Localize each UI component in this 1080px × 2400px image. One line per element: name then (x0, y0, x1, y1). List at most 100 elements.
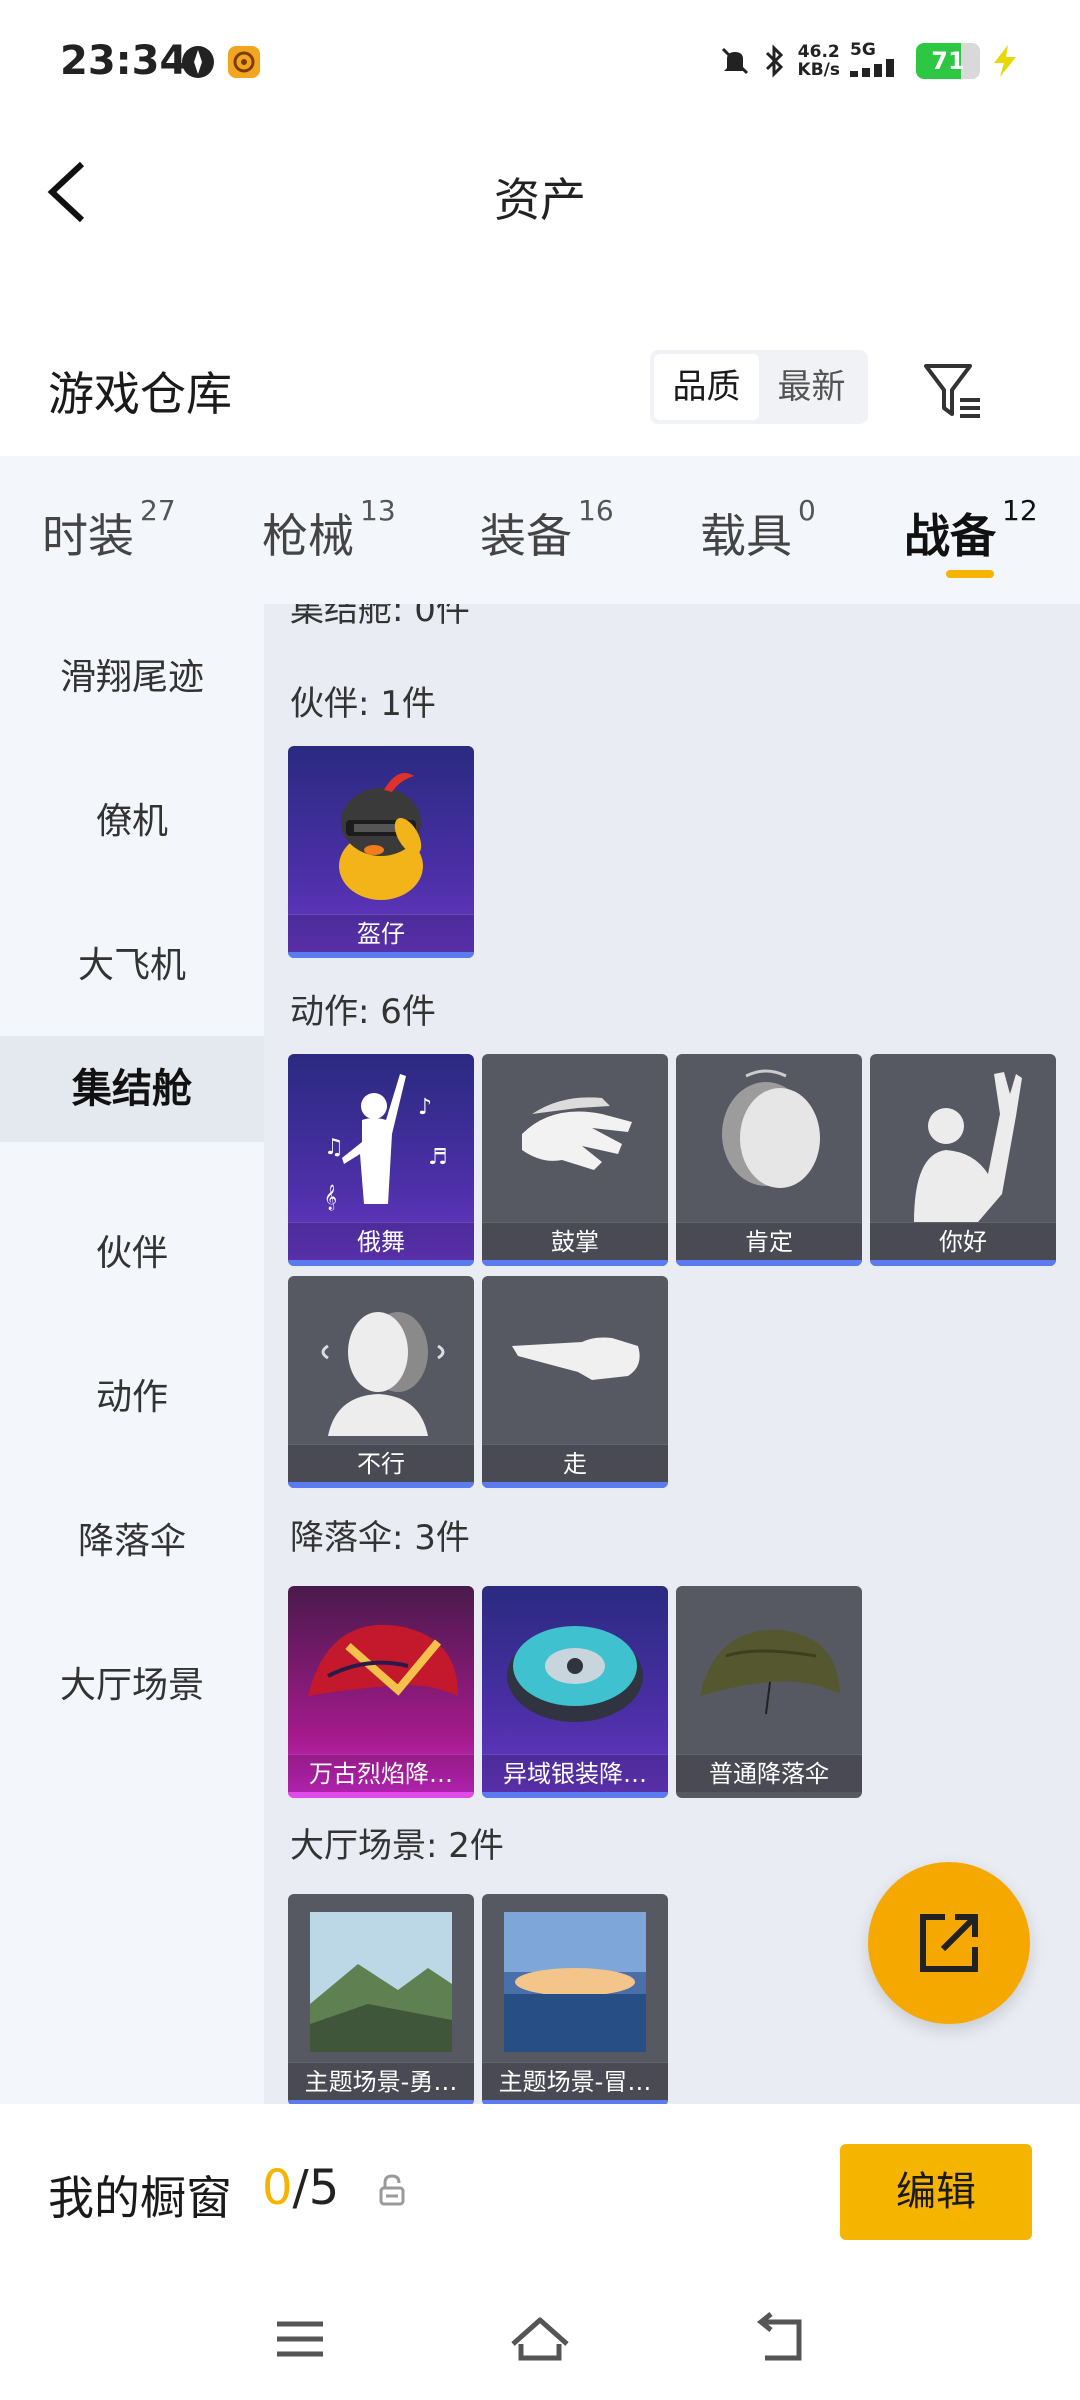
item-card-label: 盔仔 (288, 914, 474, 952)
item-card[interactable]: 主题场景-勇… (288, 1894, 474, 2104)
page-header: 资产 (0, 126, 1080, 256)
system-nav-bar (0, 2284, 1080, 2400)
tab-label: 载具 (700, 509, 792, 563)
rarity-bar (482, 1792, 668, 1798)
page-title: 资产 (494, 173, 586, 227)
section-title-lobby-scene: 大厅场景: 2件 (290, 1826, 504, 1866)
sea-scene-art (504, 1912, 646, 2052)
item-card[interactable]: 异域银装降… (482, 1586, 668, 1798)
sidebar-item-glide-trail[interactable]: 滑翔尾迹 (0, 628, 264, 728)
svg-text:♪: ♪ (418, 1095, 432, 1120)
menu-icon[interactable] (265, 2304, 335, 2374)
item-card[interactable]: 肯定 (676, 1054, 862, 1266)
status-bar: 23:34 46.2 KB/s 5G 71 (0, 0, 1080, 126)
tab-count: 27 (140, 494, 176, 527)
home-icon[interactable] (505, 2304, 575, 2374)
section-title-assembly-pod: 集结舱: 0件 (290, 604, 470, 630)
sidebar-item-big-plane[interactable]: 大飞机 (0, 916, 264, 1016)
item-card[interactable]: 你好 (870, 1054, 1056, 1266)
item-card-label: 走 (482, 1444, 668, 1482)
tab-battle-prep[interactable]: 战备 12 (904, 494, 1038, 566)
rarity-bar (482, 1260, 668, 1266)
showcase-count: 0/5 (262, 2160, 339, 2216)
flame-parachute-art (308, 1624, 458, 1696)
svg-text:♫: ♫ (324, 1135, 344, 1160)
section-title-partner: 伙伴: 1件 (290, 684, 436, 724)
item-card[interactable]: 万古烈焰降… (288, 1586, 474, 1798)
status-time: 23:34 (60, 38, 188, 84)
filter-icon[interactable] (920, 358, 986, 424)
standard-parachute-art (700, 1629, 840, 1715)
rarity-bar (870, 1260, 1056, 1266)
item-card-label: 你好 (870, 1222, 1056, 1260)
sidebar-item-assembly-pod[interactable]: 集结舱 (0, 1036, 264, 1142)
battery-indicator: 71 (916, 43, 980, 79)
item-card[interactable]: 普通降落伞 (676, 1586, 862, 1798)
item-card-label: 主题场景-勇… (288, 2062, 474, 2100)
sidebar-item-action[interactable]: 动作 (0, 1348, 264, 1448)
share-fab[interactable] (868, 1862, 1030, 2024)
lock-icon (379, 2174, 405, 2206)
rarity-bar (288, 1260, 474, 1266)
pointing-hand-art (512, 1337, 640, 1380)
item-card[interactable]: ♪ ♬ ♫ 𝄞 俄舞 (288, 1054, 474, 1266)
item-card[interactable]: 盔仔 (288, 746, 474, 958)
rarity-bar (288, 952, 474, 958)
item-card-label: 不行 (288, 1444, 474, 1482)
sidebar-item-wingman[interactable]: 僚机 (0, 772, 264, 872)
nodding-head-art (722, 1069, 820, 1188)
sidebar-item-parachute[interactable]: 降落伞 (0, 1492, 264, 1592)
app-notification-icon (228, 46, 260, 78)
item-card-label: 肯定 (676, 1222, 862, 1260)
item-card-label: 俄舞 (288, 1222, 474, 1260)
item-card[interactable]: 不行 (288, 1276, 474, 1488)
sort-toggle: 品质 最新 (650, 350, 868, 424)
head-shake-art (321, 1312, 445, 1436)
battery-level: 71 (931, 47, 965, 75)
back-icon[interactable] (745, 2304, 815, 2374)
chick-helmet-art (339, 773, 423, 900)
tab-count: 0 (798, 494, 816, 527)
showcase-bar: 我的橱窗 0/5 编辑 (0, 2104, 1080, 2284)
tab-label: 装备 (480, 509, 572, 563)
compass-icon (182, 46, 214, 78)
item-card-label: 万古烈焰降… (288, 1754, 474, 1792)
side-menu: 滑翔尾迹 僚机 大飞机 集结舱 伙伴 动作 降落伞 大厅场景 (0, 604, 264, 2104)
sidebar-item-lobby-scene[interactable]: 大厅场景 (0, 1636, 264, 1736)
section-title-parachute: 降落伞: 3件 (290, 1518, 470, 1558)
sidebar-item-partner[interactable]: 伙伴 (0, 1204, 264, 1304)
bluetooth-icon (765, 44, 783, 78)
tab-count: 16 (578, 494, 614, 527)
item-card[interactable]: 主题场景-冒… (482, 1894, 668, 2104)
section-title-action: 动作: 6件 (290, 992, 436, 1032)
charging-icon (994, 45, 1016, 77)
network-speed-unit: KB/s (797, 60, 840, 80)
tab-count: 13 (360, 494, 396, 527)
sort-by-quality[interactable]: 品质 (654, 354, 759, 420)
item-card[interactable]: 鼓掌 (482, 1054, 668, 1266)
sort-by-newest[interactable]: 最新 (759, 354, 864, 420)
tab-fashion[interactable]: 时装 27 (42, 494, 176, 566)
signal-icon (850, 59, 894, 77)
waving-person-art (914, 1072, 1022, 1222)
network-type: 5G (850, 41, 906, 81)
silver-parachute-art (507, 1626, 643, 1722)
dancer-art: ♪ ♬ ♫ 𝄞 (324, 1074, 448, 1210)
showcase-count-current: 0 (262, 2160, 293, 2216)
mute-icon (721, 47, 748, 75)
edit-button[interactable]: 编辑 (840, 2144, 1032, 2240)
active-tab-indicator (946, 570, 994, 578)
item-card[interactable]: 走 (482, 1276, 668, 1488)
category-tabs: 时装 27 枪械 13 装备 16 载具 0 战备 12 (0, 456, 1080, 604)
network-type-label: 5G (850, 40, 876, 60)
tab-equipment[interactable]: 装备 16 (480, 494, 614, 566)
tab-weapons[interactable]: 枪械 13 (262, 494, 396, 566)
tab-vehicles[interactable]: 载具 0 (700, 494, 816, 566)
svg-text:♬: ♬ (428, 1145, 448, 1170)
item-card-label: 普通降落伞 (676, 1754, 862, 1792)
mountain-scene-art (310, 1912, 452, 2052)
tab-label: 枪械 (262, 509, 354, 563)
item-card-label: 主题场景-冒… (482, 2062, 668, 2100)
rarity-bar (288, 1482, 474, 1488)
svg-text:𝄞: 𝄞 (324, 1184, 337, 1210)
